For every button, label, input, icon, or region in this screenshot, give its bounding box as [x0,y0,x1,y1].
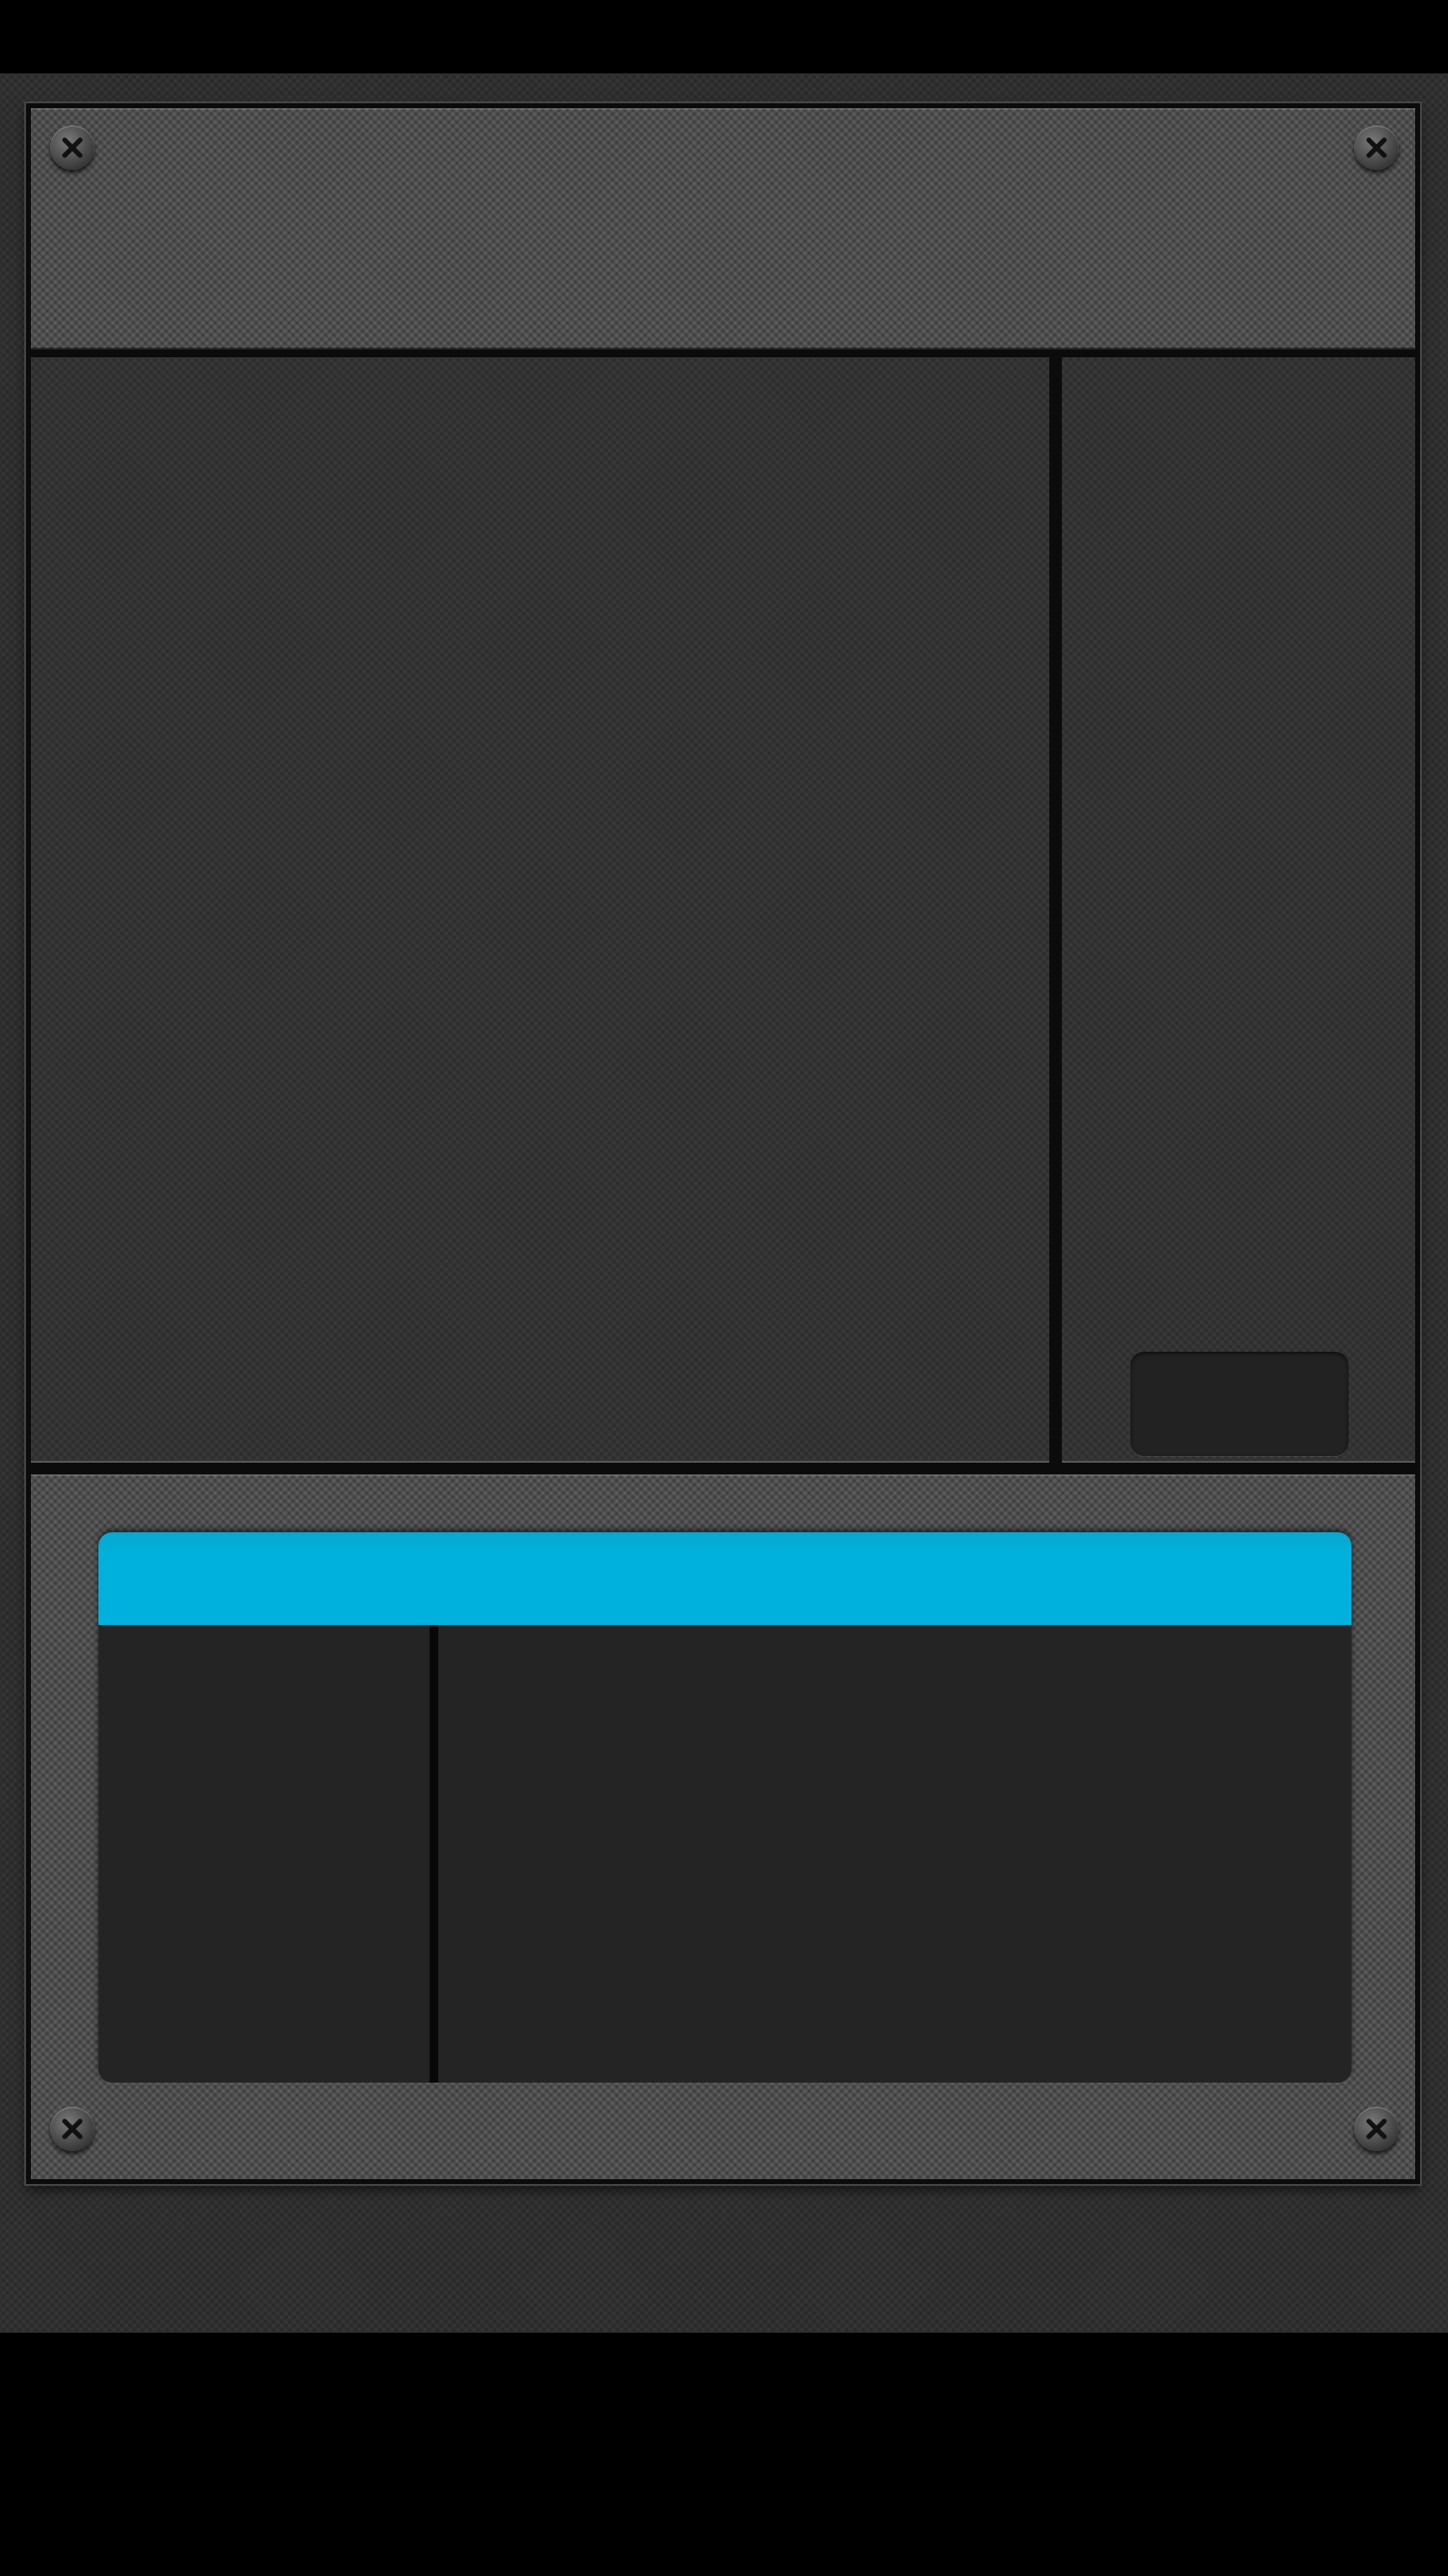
card-divider [430,1625,438,2083]
screw-icon [50,126,95,170]
card-left-pane [98,1625,430,2083]
screw-icon [1354,2107,1399,2151]
side-action-button[interactable] [1130,1352,1349,1456]
device-frame [26,103,1420,2184]
screw-icon [1354,126,1399,170]
top-panel [31,108,1415,350]
card-right-pane [438,1625,1351,2083]
screw-icon [50,2107,95,2151]
bottom-panel [31,1474,1415,2179]
side-panel [1062,357,1415,1463]
app-screen [0,73,1448,2333]
info-card [98,1532,1351,2083]
main-content-area [31,357,1049,1463]
card-header [98,1532,1351,1625]
